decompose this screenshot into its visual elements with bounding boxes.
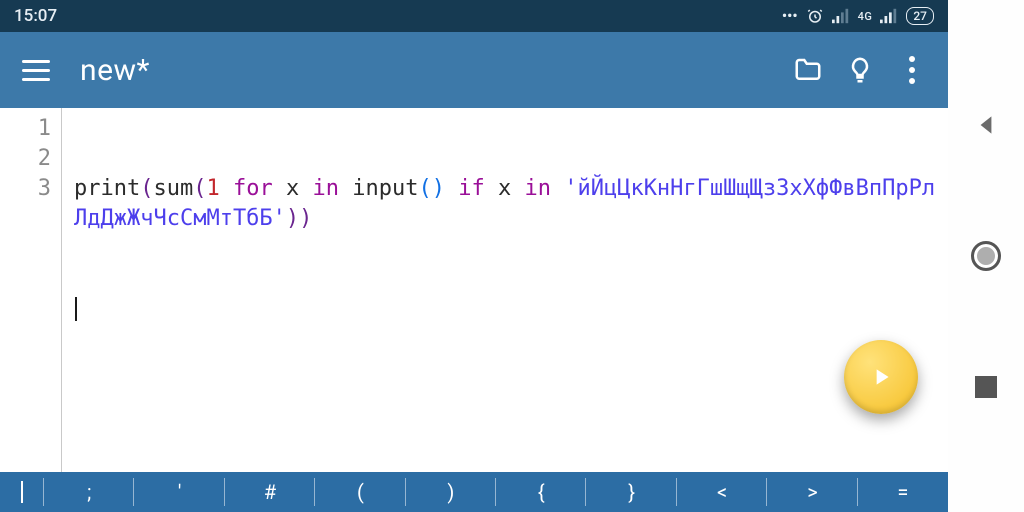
line-number: 3 [0, 174, 51, 204]
code-line [74, 294, 938, 324]
sym-key[interactable]: # [225, 472, 315, 512]
triangle-back-icon [973, 112, 999, 138]
app-screen: 15:07 ••• 4G 27 new* [0, 0, 948, 512]
square-recent-icon [975, 376, 997, 398]
code-line [74, 384, 938, 414]
signal-icon [832, 8, 850, 24]
nav-recent-button[interactable] [966, 367, 1006, 407]
more-icon: ••• [782, 7, 798, 25]
sym-key[interactable]: ; [44, 472, 134, 512]
status-bar: 15:07 ••• 4G 27 [0, 0, 948, 32]
sym-key[interactable]: < [677, 472, 767, 512]
sym-key[interactable]: = [858, 472, 948, 512]
nav-home-button[interactable] [966, 236, 1006, 276]
line-gutter: 1 2 3 [0, 108, 62, 472]
symbol-bar: ; ' # ( ) { } < > = [0, 472, 948, 512]
sym-key[interactable]: ) [406, 472, 496, 512]
sym-key[interactable]: ' [134, 472, 224, 512]
sym-key[interactable]: { [496, 472, 586, 512]
alarm-icon [806, 7, 824, 25]
network-type: 4G [858, 11, 873, 22]
text-caret [75, 297, 77, 321]
hint-button[interactable] [834, 44, 886, 96]
toolbar: new* [0, 32, 948, 108]
sym-tab-key[interactable] [0, 472, 44, 512]
dots-vertical-icon [909, 56, 915, 84]
circle-home-icon [971, 241, 1001, 271]
clock: 15:07 [14, 6, 57, 26]
nav-back-button[interactable] [966, 105, 1006, 145]
system-nav-bar [948, 0, 1024, 512]
open-folder-button[interactable] [782, 44, 834, 96]
battery-indicator: 27 [906, 7, 934, 25]
overflow-menu-button[interactable] [886, 44, 938, 96]
sym-key[interactable]: ( [315, 472, 405, 512]
file-title: new* [80, 53, 150, 88]
sym-key[interactable]: } [586, 472, 676, 512]
code-editor[interactable]: 1 2 3 print(sum(1 for x in input() if x … [0, 108, 948, 472]
sym-key[interactable]: > [767, 472, 857, 512]
menu-button[interactable] [18, 52, 54, 88]
status-right: ••• 4G 27 [782, 7, 934, 25]
code-area[interactable]: print(sum(1 for x in input() if x in 'йЙ… [62, 108, 948, 472]
line-number: 2 [0, 144, 51, 174]
signal2-icon [880, 8, 898, 24]
code-line: print(sum(1 for x in input() if x in 'йЙ… [74, 174, 938, 234]
play-icon [868, 364, 894, 390]
run-button[interactable] [844, 340, 918, 414]
line-number: 1 [0, 114, 51, 144]
